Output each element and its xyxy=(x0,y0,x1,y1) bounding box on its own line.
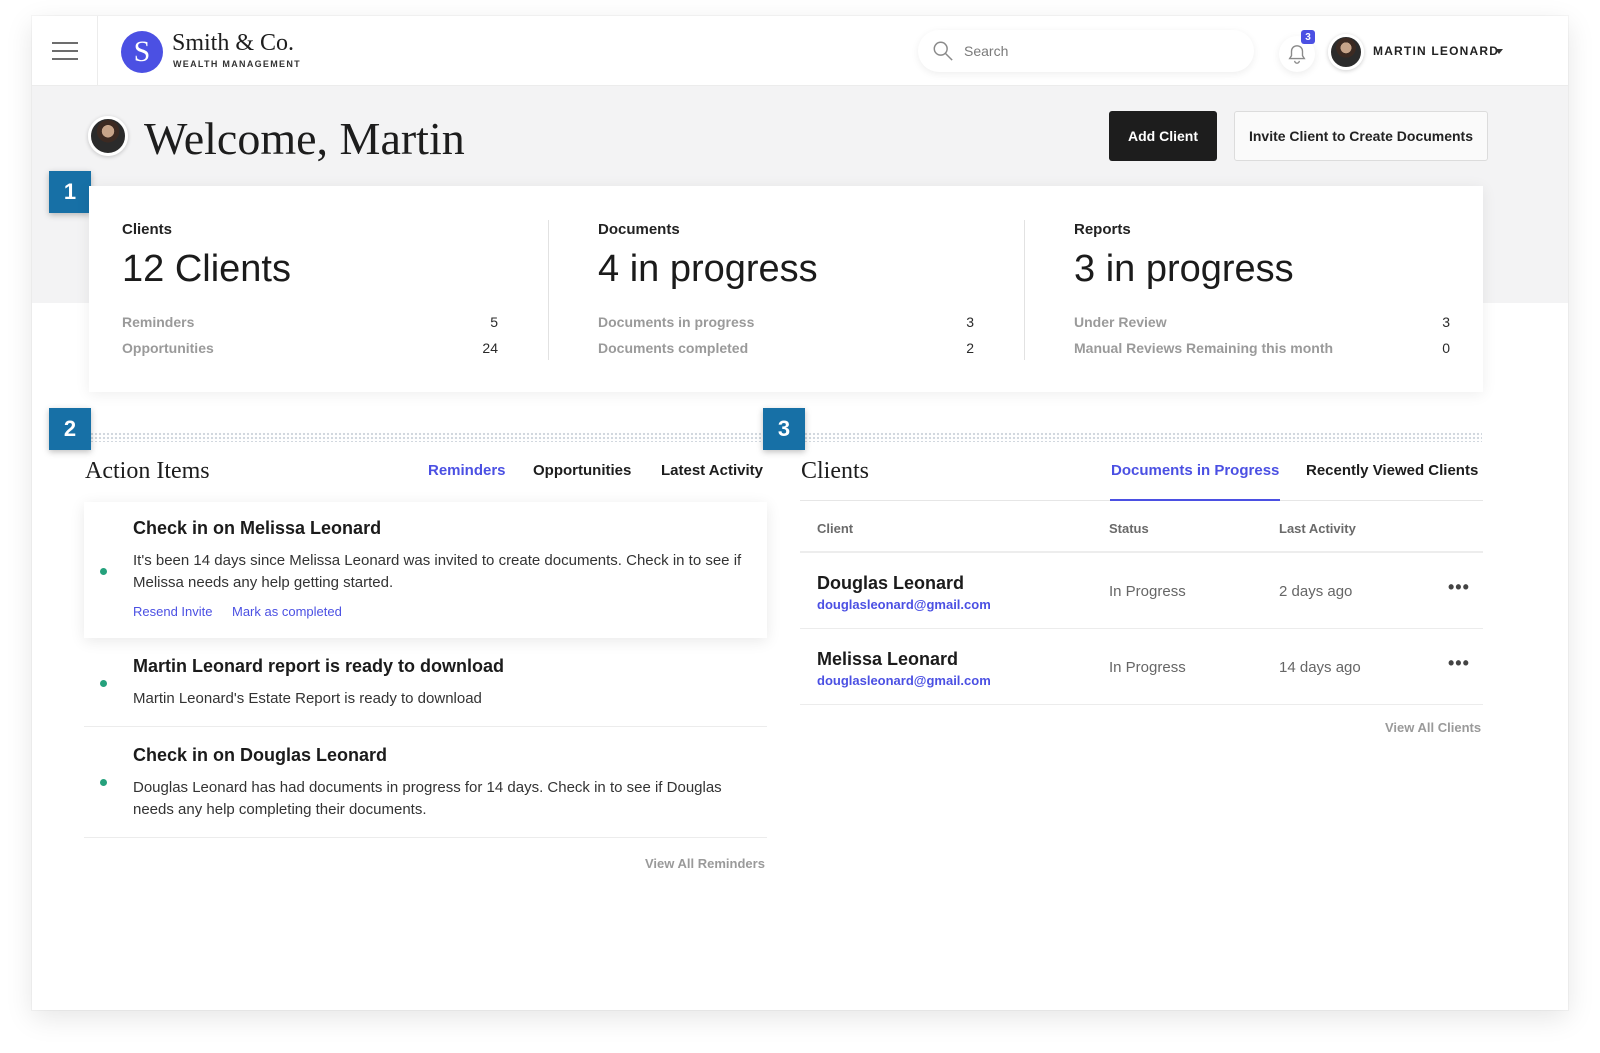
action-items-title: Action Items xyxy=(85,458,210,484)
stat-row: Manual Reviews Remaining this month 0 xyxy=(1074,340,1450,356)
action-item-body: Douglas Leonard has had documents in pro… xyxy=(133,779,722,818)
mark-completed-link[interactable]: Mark as completed xyxy=(232,604,342,619)
search-box xyxy=(918,30,1254,72)
brand-name: Smith & Co. xyxy=(172,30,295,56)
stat-row-label: Reminders xyxy=(122,314,195,330)
stat-row: Documents completed 2 xyxy=(598,340,974,356)
status-dot-icon xyxy=(100,680,107,687)
section-marker-2: 2 xyxy=(49,408,91,450)
stat-value: 3 in progress xyxy=(1074,248,1294,290)
app-window: S Smith & Co. WEALTH MANAGEMENT 3 MARTIN… xyxy=(32,16,1568,1010)
action-item[interactable]: Martin Leonard report is ready to downlo… xyxy=(84,638,767,727)
stat-row: Under Review 3 xyxy=(1074,314,1450,330)
status-dot-icon xyxy=(100,779,107,786)
tab-opportunities[interactable]: Opportunities xyxy=(533,462,631,479)
client-name[interactable]: Douglas Leonard xyxy=(817,573,964,594)
stat-row-label: Under Review xyxy=(1074,314,1167,330)
stat-row-value: 24 xyxy=(482,340,498,356)
action-item[interactable]: Check in on Melissa Leonard It's been 14… xyxy=(84,502,767,638)
more-options-icon[interactable]: ••• xyxy=(1448,577,1470,598)
client-email-link[interactable]: douglasleonard@gmail.com xyxy=(817,597,991,612)
clients-title: Clients xyxy=(801,458,870,484)
stat-row-value: 0 xyxy=(1442,340,1450,356)
action-item[interactable]: Check in on Douglas Leonard Douglas Leon… xyxy=(84,727,767,838)
action-item-body: Martin Leonard's Estate Report is ready … xyxy=(133,690,482,707)
active-tab-indicator xyxy=(1110,499,1280,501)
section-marker-1: 1 xyxy=(49,171,91,213)
stat-divider xyxy=(548,220,549,360)
dotted-divider xyxy=(90,432,766,442)
dotted-divider xyxy=(804,432,1482,442)
stat-row: Reminders 5 xyxy=(122,314,498,330)
bell-icon xyxy=(1288,45,1306,64)
add-client-button[interactable]: Add Client xyxy=(1109,111,1217,161)
client-status: In Progress xyxy=(1109,583,1186,600)
status-dot-icon xyxy=(100,568,107,575)
stat-row-label: Documents completed xyxy=(598,340,749,356)
page-title: Welcome, Martin xyxy=(144,113,465,164)
column-header-last-activity[interactable]: Last Activity xyxy=(1279,521,1356,536)
logo-icon[interactable]: S xyxy=(121,31,163,73)
action-item-title: Check in on Melissa Leonard xyxy=(133,518,382,538)
brand-subtitle: WEALTH MANAGEMENT xyxy=(173,59,301,69)
stat-reports: Reports 3 in progress Under Review 3 Manu… xyxy=(1074,186,1450,392)
stat-row-value: 3 xyxy=(1442,314,1450,330)
user-name[interactable]: MARTIN LEONARD xyxy=(1373,44,1499,58)
invite-client-button[interactable]: Invite Client to Create Documents xyxy=(1234,111,1488,161)
tab-latest-activity[interactable]: Latest Activity xyxy=(661,462,763,479)
client-last-activity: 14 days ago xyxy=(1279,659,1361,676)
stat-row: Documents in progress 3 xyxy=(598,314,974,330)
stat-label: Reports xyxy=(1074,221,1131,238)
stat-value: 4 in progress xyxy=(598,248,818,290)
hamburger-menu-icon[interactable] xyxy=(32,16,98,86)
chevron-down-icon[interactable] xyxy=(1495,49,1503,54)
welcome-avatar xyxy=(88,116,128,156)
stats-card: Clients 12 Clients Reminders 5 Opportunit… xyxy=(89,186,1483,392)
stat-clients: Clients 12 Clients Reminders 5 Opportunit… xyxy=(122,186,498,392)
action-item-body: It's been 14 days since Melissa Leonard … xyxy=(133,552,742,591)
action-item-title: Martin Leonard report is ready to downlo… xyxy=(133,656,505,676)
search-input[interactable] xyxy=(964,40,1234,62)
top-bar: S Smith & Co. WEALTH MANAGEMENT 3 MARTIN… xyxy=(32,16,1568,86)
stat-label: Documents xyxy=(598,221,680,238)
client-last-activity: 2 days ago xyxy=(1279,583,1353,600)
resend-invite-link[interactable]: Resend Invite xyxy=(133,604,213,619)
tab-documents-in-progress[interactable]: Documents in Progress xyxy=(1111,462,1279,479)
stat-row-label: Documents in progress xyxy=(598,314,755,330)
stat-divider xyxy=(1024,220,1025,360)
stat-row-label: Opportunities xyxy=(122,340,214,356)
stat-label: Clients xyxy=(122,221,173,238)
view-all-reminders-link[interactable]: View All Reminders xyxy=(645,856,765,871)
stat-row: Opportunities 24 xyxy=(122,340,498,356)
stat-row-value: 3 xyxy=(966,314,974,330)
user-avatar[interactable] xyxy=(1328,34,1364,70)
stat-row-label: Manual Reviews Remaining this month xyxy=(1074,340,1334,356)
notification-count-badge: 3 xyxy=(1301,30,1315,44)
more-options-icon[interactable]: ••• xyxy=(1448,653,1470,674)
search-icon xyxy=(933,41,953,61)
tab-reminders[interactable]: Reminders xyxy=(428,462,506,479)
stat-value: 12 Clients xyxy=(122,248,291,290)
notifications-button[interactable]: 3 xyxy=(1279,30,1315,72)
table-row[interactable]: Melissa Leonard douglasleonard@gmail.com… xyxy=(800,629,1483,705)
table-row[interactable]: Douglas Leonard douglasleonard@gmail.com… xyxy=(800,553,1483,629)
tab-recently-viewed-clients[interactable]: Recently Viewed Clients xyxy=(1306,462,1478,479)
stat-row-value: 2 xyxy=(966,340,974,356)
client-email-link[interactable]: douglasleonard@gmail.com xyxy=(817,673,991,688)
client-status: In Progress xyxy=(1109,659,1186,676)
client-name[interactable]: Melissa Leonard xyxy=(817,649,958,670)
view-all-clients-link[interactable]: View All Clients xyxy=(1385,720,1481,735)
section-marker-3: 3 xyxy=(763,408,805,450)
stat-documents: Documents 4 in progress Documents in pro… xyxy=(598,186,974,392)
stat-row-value: 5 xyxy=(490,314,498,330)
action-item-title: Check in on Douglas Leonard xyxy=(133,745,388,765)
column-header-client[interactable]: Client xyxy=(817,521,853,536)
column-header-status[interactable]: Status xyxy=(1109,521,1149,536)
